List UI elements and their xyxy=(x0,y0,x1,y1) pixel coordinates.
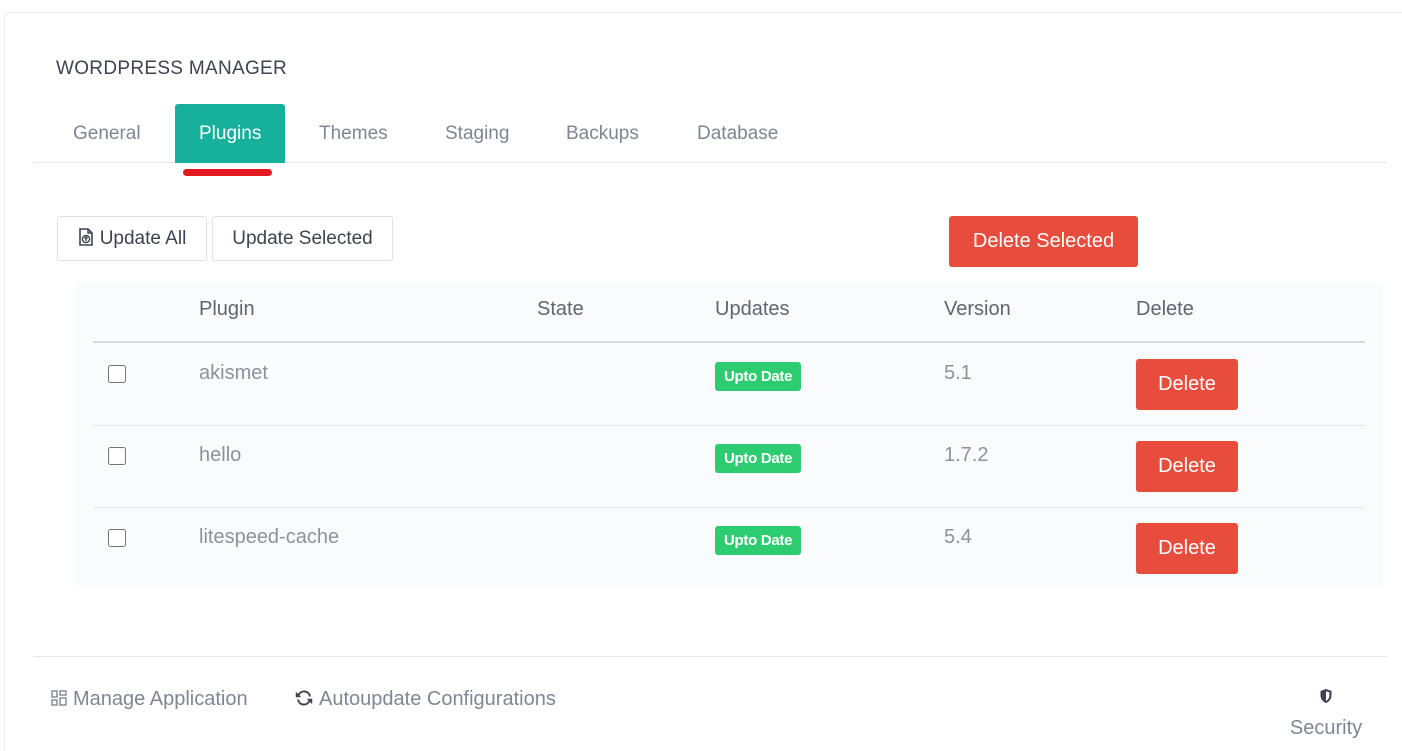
active-tab-underline xyxy=(183,169,272,176)
header-updates: Updates xyxy=(715,298,790,320)
delete-button[interactable]: Delete xyxy=(1136,359,1238,410)
delete-button[interactable]: Delete xyxy=(1136,523,1238,574)
security-label: Security xyxy=(1289,717,1363,739)
security-link[interactable]: Security xyxy=(1283,688,1369,740)
row-divider xyxy=(93,507,1365,508)
grid-icon xyxy=(51,689,67,712)
file-upload-icon xyxy=(78,219,94,246)
footer-divider xyxy=(33,656,1387,657)
manage-application-label: Manage Application xyxy=(73,688,248,710)
tab-plugins[interactable]: Plugins xyxy=(175,104,286,163)
tab-themes[interactable]: Themes xyxy=(295,104,412,163)
refresh-icon xyxy=(295,689,313,712)
autoupdate-label: Autoupdate Configurations xyxy=(319,688,556,710)
header-state: State xyxy=(537,298,584,320)
row-checkbox[interactable] xyxy=(108,529,126,547)
status-badge: Upto Date xyxy=(715,362,802,391)
plugin-version: 5.4 xyxy=(944,526,972,548)
status-badge: Upto Date xyxy=(715,444,802,473)
header-divider xyxy=(93,341,1365,343)
tab-backups[interactable]: Backups xyxy=(542,104,663,163)
header-plugin: Plugin xyxy=(199,298,255,320)
plugin-version: 5.1 xyxy=(944,362,972,384)
tab-general[interactable]: General xyxy=(49,104,165,163)
tab-database[interactable]: Database xyxy=(673,104,802,163)
plugin-version: 1.7.2 xyxy=(944,444,989,466)
plugin-name: akismet xyxy=(199,362,268,384)
update-all-label: Update All xyxy=(99,228,187,249)
row-divider xyxy=(93,425,1365,426)
header-version: Version xyxy=(944,298,1011,320)
row-checkbox[interactable] xyxy=(108,365,126,383)
tab-staging[interactable]: Staging xyxy=(421,104,533,163)
status-badge: Upto Date xyxy=(715,526,802,555)
delete-selected-button[interactable]: Delete Selected xyxy=(949,216,1138,267)
plugin-name: hello xyxy=(199,444,242,466)
shield-icon xyxy=(1283,688,1369,709)
tab-bar: General Plugins Themes Staging Backups D… xyxy=(33,104,1387,163)
update-selected-button[interactable]: Update Selected xyxy=(212,216,393,261)
delete-button[interactable]: Delete xyxy=(1136,441,1238,492)
page-title: WORDPRESS MANAGER xyxy=(56,58,288,79)
update-all-button[interactable]: Update All xyxy=(57,216,207,261)
header-delete: Delete xyxy=(1136,298,1194,320)
row-checkbox[interactable] xyxy=(108,447,126,465)
plugin-name: litespeed-cache xyxy=(199,526,340,548)
autoupdate-configurations-link[interactable]: Autoupdate Configurations xyxy=(295,688,556,712)
manage-application-link[interactable]: Manage Application xyxy=(51,688,248,712)
